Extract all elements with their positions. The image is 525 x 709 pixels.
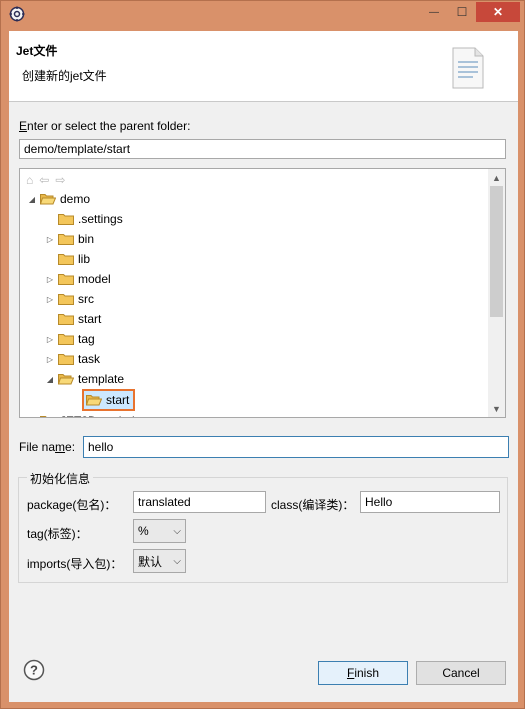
- tree-item-label: bin: [78, 232, 95, 246]
- tree-item-label: demo: [60, 192, 91, 206]
- expand-twisty-icon[interactable]: [44, 315, 56, 324]
- project-folder-icon: [40, 415, 56, 417]
- forward-arrow-icon[interactable]: ⇨: [55, 173, 65, 187]
- tree-item-start-selected[interactable]: start: [82, 389, 136, 411]
- expand-twisty-icon[interactable]: ▷: [44, 355, 56, 364]
- tree-item-label: model: [78, 272, 111, 286]
- folder-tree[interactable]: ⌂ ⇦ ⇨ ◢ demo .settings ▷ bin lib ▷ model ▷ src …: [19, 168, 506, 418]
- tree-item-template[interactable]: ◢ template: [44, 369, 124, 389]
- file-name-label: File name:: [19, 440, 76, 454]
- page-description: 创建新的jet文件: [22, 69, 107, 83]
- tag-label: tag(标签)：: [27, 527, 88, 541]
- dialog-client-area: Jet文件 创建新的jet文件 Enter or select the pare…: [9, 31, 518, 702]
- scroll-up-icon[interactable]: ▲: [488, 169, 505, 186]
- back-arrow-icon[interactable]: ⇦: [39, 173, 49, 187]
- close-icon: ✕: [492, 5, 504, 19]
- expand-twisty-icon[interactable]: ▷: [44, 235, 56, 244]
- class-input[interactable]: [360, 491, 500, 513]
- parent-folder-label: Enter or select the parent folder:: [19, 119, 191, 133]
- tree-item-demo[interactable]: ◢ demo: [26, 189, 90, 209]
- parent-folder-input[interactable]: [19, 139, 506, 159]
- tree-item-tag[interactable]: ▷ tag: [44, 329, 95, 349]
- minimize-icon: —: [429, 6, 439, 18]
- imports-select[interactable]: 默认 ⌵: [133, 549, 186, 573]
- folder-icon: [58, 313, 74, 325]
- tree-item-label: src: [78, 292, 94, 306]
- tree-vertical-scrollbar[interactable]: ▲ ▼: [488, 169, 505, 417]
- expand-twisty-icon[interactable]: ◢: [26, 195, 38, 204]
- tree-item-task[interactable]: ▷ task: [44, 349, 100, 369]
- tree-item-model[interactable]: ▷ model: [44, 269, 111, 289]
- tree-item-label: start: [78, 312, 102, 326]
- folder-icon: [58, 353, 74, 365]
- home-icon[interactable]: ⌂: [26, 173, 33, 187]
- page-title: Jet文件: [16, 44, 58, 58]
- expand-twisty-icon[interactable]: ▷: [44, 295, 56, 304]
- scroll-down-icon[interactable]: ▼: [488, 400, 505, 417]
- imports-select-value: 默认: [138, 554, 163, 569]
- dialog-window: — ☐ ✕ Jet文件 创建新的jet文件 Enter or select th…: [0, 0, 525, 709]
- tree-item-label: .settings: [78, 212, 123, 226]
- open-folder-icon: [85, 394, 103, 406]
- file-name-input[interactable]: [83, 436, 509, 458]
- tree-item-label: task: [78, 352, 101, 366]
- expand-twisty-icon[interactable]: [44, 255, 56, 264]
- tree-item-label: start: [106, 393, 130, 407]
- maximize-button[interactable]: ☐: [449, 2, 475, 22]
- folder-icon: [58, 293, 74, 305]
- project-folder-icon: [39, 193, 57, 205]
- maximize-icon: ☐: [456, 5, 468, 19]
- chevron-down-icon: ⌵: [173, 525, 181, 537]
- folder-icon: [58, 333, 74, 345]
- chevron-down-icon: ⌵: [173, 555, 181, 567]
- tree-item-next-project[interactable]: ▷ JET3D_web_l...: [26, 411, 145, 418]
- tree-item-src[interactable]: ▷ src: [44, 289, 94, 309]
- folder-icon: [58, 233, 74, 245]
- folder-icon: [58, 213, 74, 225]
- tree-item-label: JET3D_web_l...: [60, 414, 145, 417]
- tree-item-bin[interactable]: ▷ bin: [44, 229, 94, 249]
- imports-label: imports(导入包)：: [27, 557, 123, 571]
- expand-twisty-icon[interactable]: [44, 215, 56, 224]
- folder-icon: [58, 273, 74, 285]
- title-bar[interactable]: — ☐ ✕: [1, 1, 524, 29]
- scroll-thumb[interactable]: [490, 186, 503, 317]
- tree-item-lib[interactable]: lib: [44, 249, 90, 269]
- tree-item-label: lib: [78, 252, 91, 266]
- eclipse-gear-icon: [9, 6, 25, 22]
- expand-twisty-icon[interactable]: ◢: [44, 375, 56, 384]
- collapse-twisty-icon[interactable]: ▷: [26, 417, 38, 418]
- minimize-button[interactable]: —: [421, 2, 447, 22]
- close-button[interactable]: ✕: [476, 2, 520, 22]
- folder-icon: [57, 373, 75, 385]
- tree-item-label: template: [78, 372, 125, 386]
- tag-select-value: %: [138, 524, 149, 538]
- tree-item-start[interactable]: start: [44, 309, 101, 329]
- tag-select[interactable]: % ⌵: [133, 519, 186, 543]
- package-label: package(包名)：: [27, 498, 117, 512]
- cancel-button[interactable]: Cancel: [416, 661, 506, 685]
- init-info-group-title: 初始化信息: [27, 470, 94, 487]
- expand-twisty-icon[interactable]: ▷: [44, 335, 56, 344]
- svg-text:?: ?: [30, 663, 38, 678]
- finish-button[interactable]: Finish: [318, 661, 408, 685]
- tree-item-settings[interactable]: .settings: [44, 209, 123, 229]
- help-icon[interactable]: ?: [23, 659, 45, 681]
- new-file-wizard-icon: [452, 47, 484, 89]
- expand-twisty-icon[interactable]: ▷: [44, 275, 56, 284]
- tree-nav-toolbar: ⌂ ⇦ ⇨: [26, 173, 65, 187]
- wizard-header: Jet文件 创建新的jet文件: [9, 31, 518, 102]
- class-label: class(编译类)：: [271, 498, 355, 512]
- tree-item-label: tag: [78, 332, 95, 346]
- package-input[interactable]: [133, 491, 266, 513]
- folder-icon: [58, 253, 74, 265]
